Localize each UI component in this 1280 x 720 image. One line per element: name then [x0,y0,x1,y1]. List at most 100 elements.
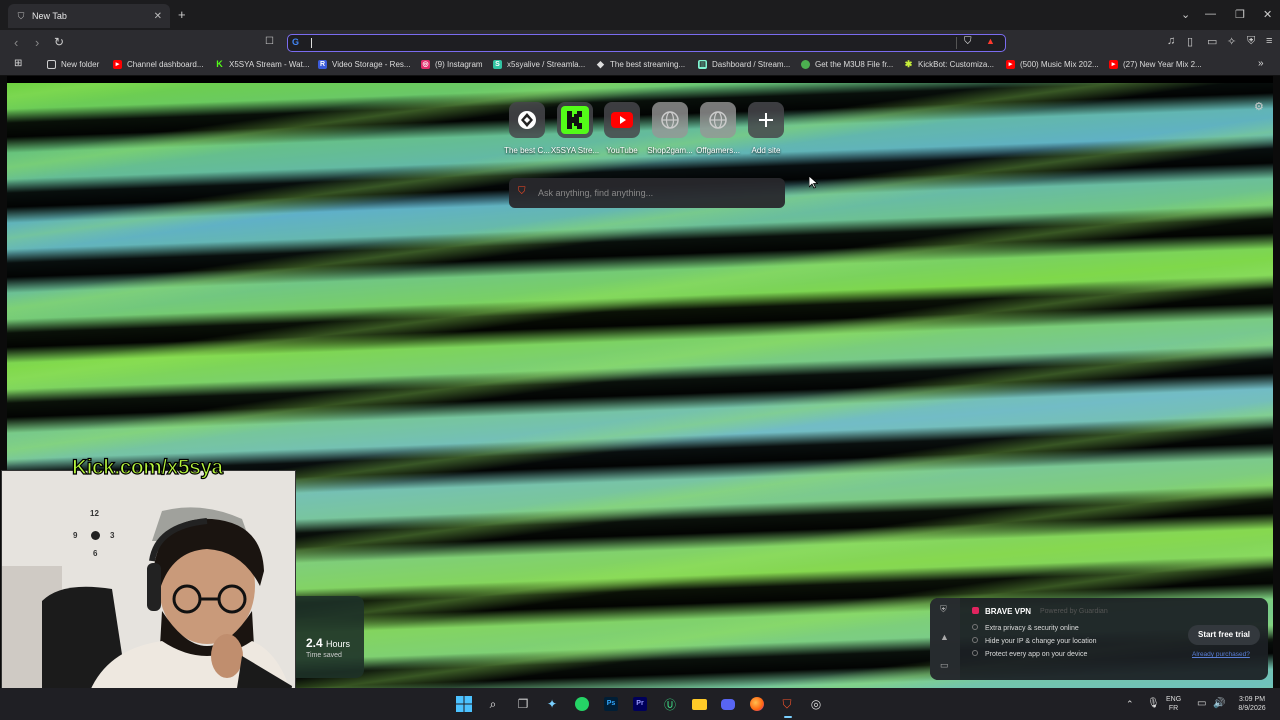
folder-icon [47,60,56,69]
add-site-button[interactable]: Add site [742,102,790,155]
time-saved-label: Time saved [306,652,342,659]
tab-strip: ⛉ New Tab ✕ + ⌄ — ❐ ✕ [0,0,1280,30]
kickbot-icon: ✱ [904,59,913,69]
vpn-icon[interactable]: ⛨ [1247,35,1255,48]
windows-start-icon[interactable] [455,695,473,713]
new-tab-search-box[interactable]: ⛉ Ask anything, find anything... [509,178,785,208]
close-window-button[interactable]: ✕ [1263,8,1272,21]
menu-icon[interactable]: ≡ [1266,35,1272,47]
minimize-button[interactable]: — [1205,8,1216,20]
task-view-icon[interactable]: ❐ [514,695,532,713]
wallet-icon[interactable]: ▭ [1207,35,1217,48]
active-app-indicator [784,716,792,718]
obs-icon[interactable]: ◎ [807,695,825,713]
check-circle-icon [972,650,978,656]
top-site-tile[interactable]: X5SYA Stre... [551,102,599,155]
firefox-icon[interactable] [748,695,766,713]
mouse-pointer-icon [809,176,818,189]
customize-gear-icon[interactable]: ⚙ [1254,100,1264,113]
kick-channel-overlay-text: Kick.com/x5sya [71,455,223,479]
bookmark-item[interactable]: R Video Storage - Res... [318,60,411,69]
bookmark-item[interactable]: ▸ (500) Music Mix 202... [1006,60,1099,69]
copilot-icon[interactable]: ✦ [543,695,561,713]
start-free-trial-button[interactable]: Start free trial [1188,625,1260,645]
bookmark-item[interactable]: Sx5syalive / Streamla... [493,60,585,69]
back-button[interactable]: ‹ [14,35,18,50]
search-placeholder: Ask anything, find anything... [538,188,654,198]
sidebar-icon[interactable]: ▯ [1187,35,1193,48]
instagram-icon: ◎ [421,60,430,69]
bookmark-item[interactable]: K X5SYA Stream - Wat... [215,59,309,70]
brave-rewards-icon[interactable]: ▲ [986,36,995,46]
vpn-feature: Protect every app on your device [972,650,1087,658]
volume-icon[interactable]: 🔊 [1213,699,1225,709]
card-icon[interactable]: ▭ [940,660,949,671]
check-circle-icon [972,637,978,643]
google-icon: G [292,37,300,47]
rewards-triangle-icon[interactable]: ▲ [940,632,949,642]
top-site-tile[interactable]: Offgamers... [694,102,742,155]
system-clock[interactable]: 3:09 PM 8/9/2026 [1232,695,1272,713]
restore-button[interactable]: ❐ [1235,8,1245,21]
clock-numeral: 9 [73,531,78,540]
leo-icon[interactable]: ✧ [1227,35,1236,48]
photoshop-icon[interactable]: Ps [602,695,620,713]
r-icon: R [318,60,327,69]
new-tab-button[interactable]: + [178,7,186,22]
bookmark-item[interactable]: Get the M3U8 File fr... [801,60,893,69]
media-icon[interactable]: ♫ [1167,35,1175,47]
more-bookmarks-chevron-icon[interactable]: » [1258,58,1264,69]
reload-button[interactable]: ↻ [54,35,64,49]
language-indicator[interactable]: ENG FR [1166,695,1181,713]
streamer-video-image [2,471,295,718]
youtube-icon: ▸ [1109,60,1118,69]
whatsapp-icon[interactable] [573,695,591,713]
forward-button[interactable]: › [35,35,39,50]
streamlabs-icon: S [493,60,502,69]
close-tab-icon[interactable]: ✕ [154,11,162,22]
top-site-label: Shop2gam... [647,146,693,155]
top-site-tile[interactable]: The best C... [503,102,551,155]
vpn-title: BRAVE VPN [972,607,1031,616]
bookmark-item[interactable]: ✱ KickBot: Customiza... [904,59,994,70]
bookmark-item[interactable]: ◆ The best streaming... [596,59,685,70]
bookmark-item[interactable]: ◎ (9) Instagram [421,60,483,69]
search-icon[interactable]: ⌕ [484,695,502,713]
text-caret [311,38,312,48]
vpn-powered-by: Powered by Guardian [1040,608,1108,615]
clock-numeral: 12 [90,509,99,518]
tab-search-chevron-icon[interactable]: ⌄ [1181,8,1190,21]
bookmark-page-icon[interactable]: ☐ [265,36,274,47]
vpn-feature: Extra privacy & security online [972,624,1079,632]
vpn-feature: Hide your IP & change your location [972,637,1097,645]
apps-grid-icon[interactable]: ⊞ [14,58,22,69]
diamond-icon: ◆ [597,59,604,69]
tray-overflow-chevron-icon[interactable]: ⌃ [1126,700,1134,709]
top-site-tile[interactable]: Shop2gam... [646,102,694,155]
bookmarks-bar: ⊞ New folder ▸ Channel dashboard... K X5SY… [0,56,1280,76]
vpn-logo-icon [972,607,979,614]
bookmark-item[interactable]: New folder [47,60,99,69]
kick-icon: K [216,59,223,69]
network-icon[interactable]: ▭ [1197,699,1206,709]
top-site-label: X5SYA Stre... [550,146,600,155]
vpn-shield-icon[interactable]: ⛨ [940,604,947,615]
microphone-icon[interactable]: 🎙 [1147,699,1160,709]
clock-center [91,531,100,540]
upwork-icon[interactable]: Ⓤ [661,695,679,713]
already-purchased-link[interactable]: Already purchased? [1192,651,1250,658]
tab-new-tab[interactable]: ⛉ New Tab ✕ [8,4,170,28]
top-site-label: Offgamers... [696,146,740,155]
premiere-icon[interactable]: Pr [631,695,649,713]
brave-browser-icon[interactable]: ⛉ [778,695,796,713]
address-bar[interactable]: G ⛉ ▲ [287,34,1006,52]
discord-icon[interactable] [719,695,737,713]
bookmark-item[interactable]: ▤ Dashboard / Stream... [698,60,790,69]
kick-icon [557,102,593,138]
bookmark-item[interactable]: ▸ (27) New Year Mix 2... [1109,60,1202,69]
bookmark-item[interactable]: ▸ Channel dashboard... [113,60,204,69]
top-site-tile[interactable]: YouTube [598,102,646,155]
file-explorer-icon[interactable] [690,695,708,713]
dashboard-icon: ▤ [698,60,707,69]
brave-shields-icon[interactable]: ⛉ [964,36,972,47]
